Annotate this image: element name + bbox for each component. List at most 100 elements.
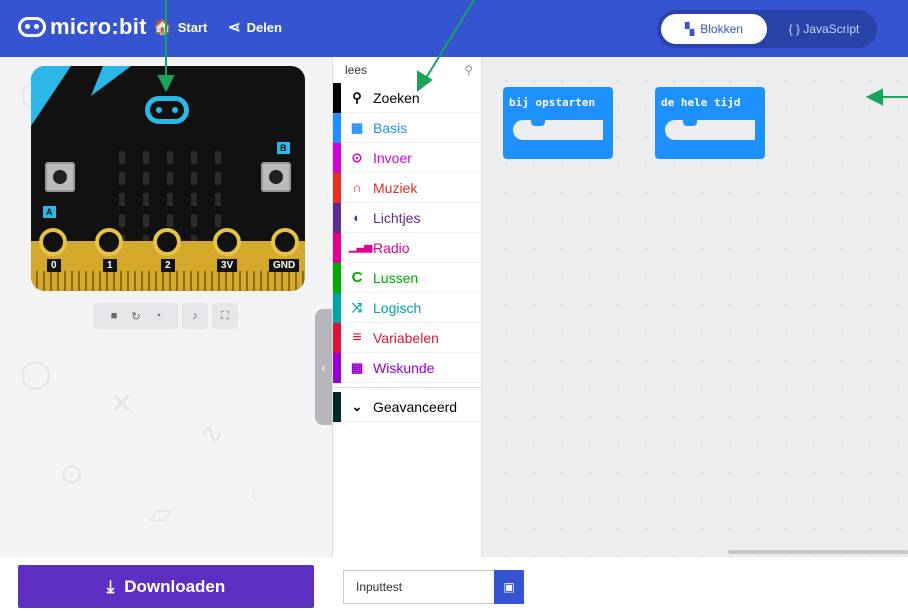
save-button[interactable]: ▣ — [494, 570, 524, 604]
share-button[interactable]: ⋖ Delen — [228, 20, 282, 35]
fullscreen-icon: ⛶ — [221, 309, 229, 322]
led[interactable] — [167, 172, 173, 185]
block-on-start[interactable]: bij opstarten — [503, 87, 613, 159]
led[interactable] — [191, 172, 197, 185]
toolbox-divider — [333, 387, 483, 388]
block-forever-label: de hele tijd — [661, 96, 741, 109]
pin-1[interactable] — [95, 228, 123, 256]
board-decoration — [31, 66, 71, 126]
stop-icon[interactable]: ■ — [111, 310, 118, 322]
headphones-icon: ∩ — [352, 180, 362, 195]
project-name-input[interactable] — [343, 570, 495, 604]
led[interactable] — [119, 172, 125, 185]
led[interactable] — [167, 193, 173, 206]
download-button[interactable]: ⤓ Downloaden — [18, 565, 314, 608]
category-logisch[interactable]: ⤨ Logisch — [333, 293, 483, 323]
led[interactable] — [167, 151, 173, 164]
search-icon[interactable]: ⚲ — [464, 63, 473, 77]
category-variabelen[interactable]: ≡ Variabelen — [333, 323, 483, 353]
led[interactable] — [143, 193, 149, 206]
pin-gnd[interactable] — [271, 228, 299, 256]
download-label: Downloaden — [124, 576, 226, 596]
category-color-bar — [333, 83, 341, 113]
blocks-toggle-button[interactable]: ▚ Blokken — [661, 14, 767, 44]
category-invoer[interactable]: ⊙ Invoer — [333, 143, 483, 173]
led[interactable] — [215, 214, 221, 227]
category-geavanceerd[interactable]: ⌄ Geavanceerd — [333, 392, 483, 422]
pin-0[interactable] — [39, 228, 67, 256]
shuffle-icon: ⤨ — [351, 299, 363, 315]
category-wiskunde[interactable]: ▦ Wiskunde — [333, 353, 483, 383]
category-label: Muziek — [373, 179, 418, 196]
category-label: Wiskunde — [373, 359, 435, 376]
led[interactable] — [119, 151, 125, 164]
loop-icon: C — [351, 269, 363, 286]
led[interactable] — [119, 214, 125, 227]
pin-label: GND — [269, 259, 300, 272]
share-label: Delen — [246, 20, 282, 35]
collapse-simulator-button[interactable]: ‹ — [315, 309, 332, 425]
category-radio[interactable]: ▁▃▅ Radio — [333, 233, 483, 263]
pin-label: 0 — [47, 259, 61, 272]
button-b[interactable] — [261, 162, 291, 192]
pin-label: 3V — [217, 259, 238, 272]
pin-3v[interactable] — [213, 228, 241, 256]
led[interactable] — [191, 214, 197, 227]
led[interactable] — [119, 193, 125, 206]
calculator-icon: ▦ — [350, 359, 364, 375]
background-doodle: ◌ — [250, 477, 267, 508]
background-doodle: ▱ — [150, 498, 172, 529]
led[interactable] — [215, 151, 221, 164]
javascript-toggle-button[interactable]: { } JavaScript — [775, 14, 873, 44]
edge-connector: 0 1 2 3V GND — [31, 228, 305, 291]
category-basis[interactable]: ▦ Basis — [333, 113, 483, 143]
category-muziek[interactable]: ∩ Muziek — [333, 173, 483, 203]
led[interactable] — [143, 172, 149, 185]
mute-button[interactable]: ♪ — [182, 303, 208, 329]
blocks-workspace[interactable]: bij opstarten de hele tijd — [482, 57, 908, 557]
fullscreen-button[interactable]: ⛶ — [212, 303, 238, 329]
led[interactable] — [143, 214, 149, 227]
bottom-bar: ⤓ Downloaden ▣ — [0, 557, 908, 611]
category-color-bar — [333, 392, 341, 422]
pin-teeth — [31, 271, 305, 291]
microbit-board[interactable]: A B 0 1 2 3V GND — [31, 66, 305, 291]
category-lichtjes[interactable]: ◐ Lichtjes — [333, 203, 483, 233]
toggle-icon: ◐ — [353, 210, 361, 225]
category-zoeken[interactable]: ⚲ Zoeken — [333, 83, 483, 113]
block-forever[interactable]: de hele tijd — [655, 87, 765, 159]
list-icon: ≡ — [352, 328, 362, 346]
category-lussen[interactable]: C Lussen — [333, 263, 483, 293]
category-label: Radio — [373, 239, 410, 256]
category-color-bar — [333, 323, 341, 353]
button-a[interactable] — [45, 162, 75, 192]
category-color-bar — [333, 143, 341, 173]
background-doodle: ✕ — [110, 388, 134, 419]
restart-icon[interactable]: ↻ — [131, 310, 140, 323]
led[interactable] — [215, 193, 221, 206]
led[interactable] — [167, 214, 173, 227]
top-bar: micro:bit 🏠 Start ⋖ Delen ▚ Blokken { } … — [0, 0, 908, 57]
category-label: Geavanceerd — [373, 398, 458, 415]
toolbox: ⚲ ⚲ Zoeken ▦ Basis ⊙ Invoer ∩ Muziek ◐ L… — [332, 57, 483, 557]
save-icon: ▣ — [503, 580, 515, 594]
led[interactable] — [143, 151, 149, 164]
puzzle-icon: ▚ — [685, 22, 695, 36]
background-doodle: ⊙ — [60, 458, 84, 489]
category-label: Invoer — [373, 149, 412, 166]
grid-icon: ▦ — [350, 119, 364, 135]
category-label: Logisch — [373, 299, 422, 316]
microbit-logo[interactable]: micro:bit — [18, 14, 147, 40]
led[interactable] — [191, 151, 197, 164]
target-icon: ⊙ — [351, 149, 363, 165]
workspace-horizontal-scrollbar[interactable] — [728, 550, 908, 554]
pin-label: 2 — [161, 259, 175, 272]
led[interactable] — [191, 193, 197, 206]
led[interactable] — [215, 172, 221, 185]
download-icon: ⤓ — [106, 576, 115, 596]
pin-2[interactable] — [153, 228, 181, 256]
start-button[interactable]: 🏠 Start — [153, 20, 207, 35]
background-doodle: ◯ — [20, 358, 52, 389]
search-input[interactable] — [345, 63, 455, 77]
slowmo-icon[interactable]: ◔ — [155, 310, 162, 322]
